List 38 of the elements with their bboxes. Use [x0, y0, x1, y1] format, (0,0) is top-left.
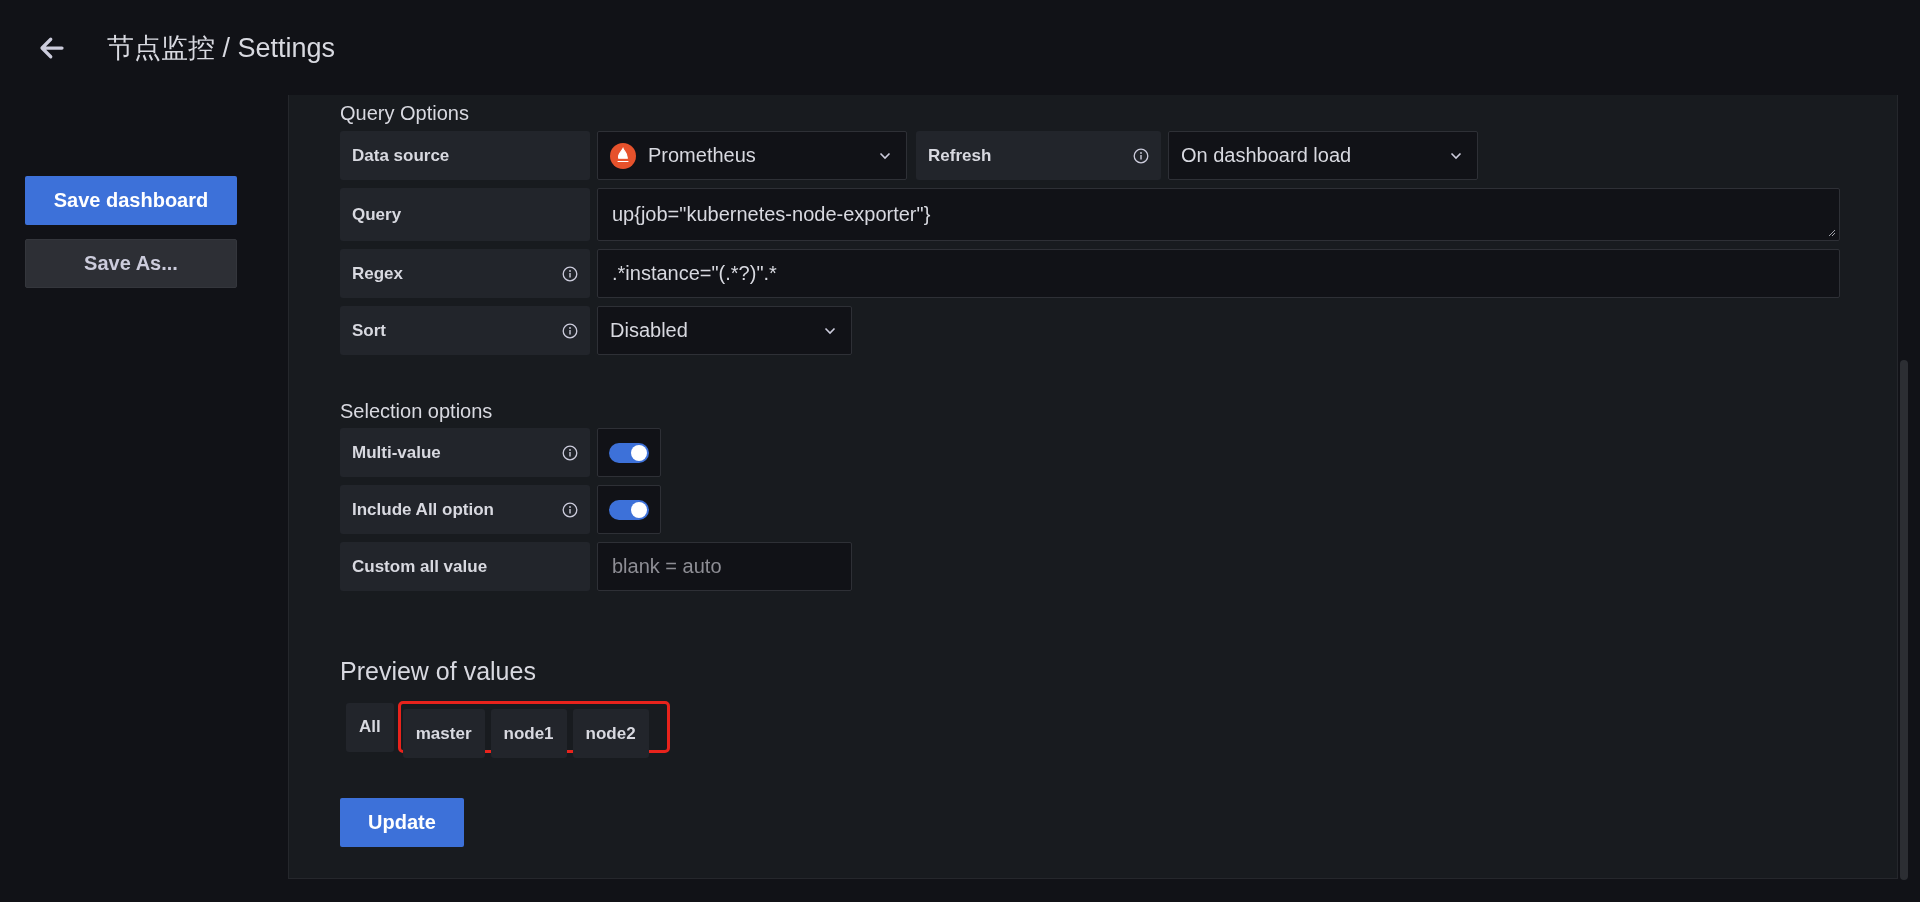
flame-logo-icon	[610, 142, 636, 169]
save-as-button[interactable]: Save As...	[25, 239, 237, 288]
chevron-down-icon	[879, 151, 891, 160]
section-heading: Selection options	[340, 399, 494, 424]
field-label: Sort	[340, 306, 590, 355]
section-heading: Query Options	[340, 100, 470, 126]
info-icon	[562, 444, 578, 461]
info-icon	[562, 265, 578, 282]
field-label: Data source	[340, 131, 590, 180]
value-chip: All	[346, 702, 394, 752]
query-textarea[interactable]: up{job="kubernetes-node-exporter"}	[597, 188, 1840, 241]
data-source-select[interactable]: Prometheus	[597, 131, 907, 180]
scrollbar[interactable]	[1900, 360, 1908, 880]
regex-input[interactable]: .*instance="(.*?)".*	[597, 249, 1840, 298]
custom-all-value-input[interactable]: blank = auto	[597, 542, 852, 591]
update-button[interactable]: Update	[340, 798, 464, 847]
value-chip: master	[402, 709, 485, 758]
value-chip: node1	[490, 709, 567, 758]
info-icon	[562, 322, 578, 339]
info-icon	[562, 501, 578, 518]
page-title: 节点监控 / Settings	[107, 31, 336, 65]
section-heading: Preview of values	[340, 655, 537, 687]
field-label: Regex	[340, 249, 590, 298]
info-icon	[1133, 147, 1149, 164]
field-label: Multi-value	[340, 428, 590, 477]
value-chip: node2	[572, 709, 649, 758]
toggle-switch[interactable]	[609, 499, 649, 520]
sort-select[interactable]: Disabled	[597, 306, 852, 355]
field-label: Query	[340, 188, 590, 241]
chevron-down-icon	[1450, 151, 1462, 160]
refresh-select[interactable]: On dashboard load	[1168, 131, 1478, 180]
save-dashboard-button[interactable]: Save dashboard	[25, 176, 237, 225]
toggle-switch[interactable]	[609, 442, 649, 463]
resize-handle-icon	[1828, 229, 1836, 237]
chevron-down-icon	[824, 326, 836, 335]
field-label: Include All option	[340, 485, 590, 534]
field-label: Custom all value	[340, 542, 590, 591]
field-label: Refresh	[916, 131, 1161, 180]
